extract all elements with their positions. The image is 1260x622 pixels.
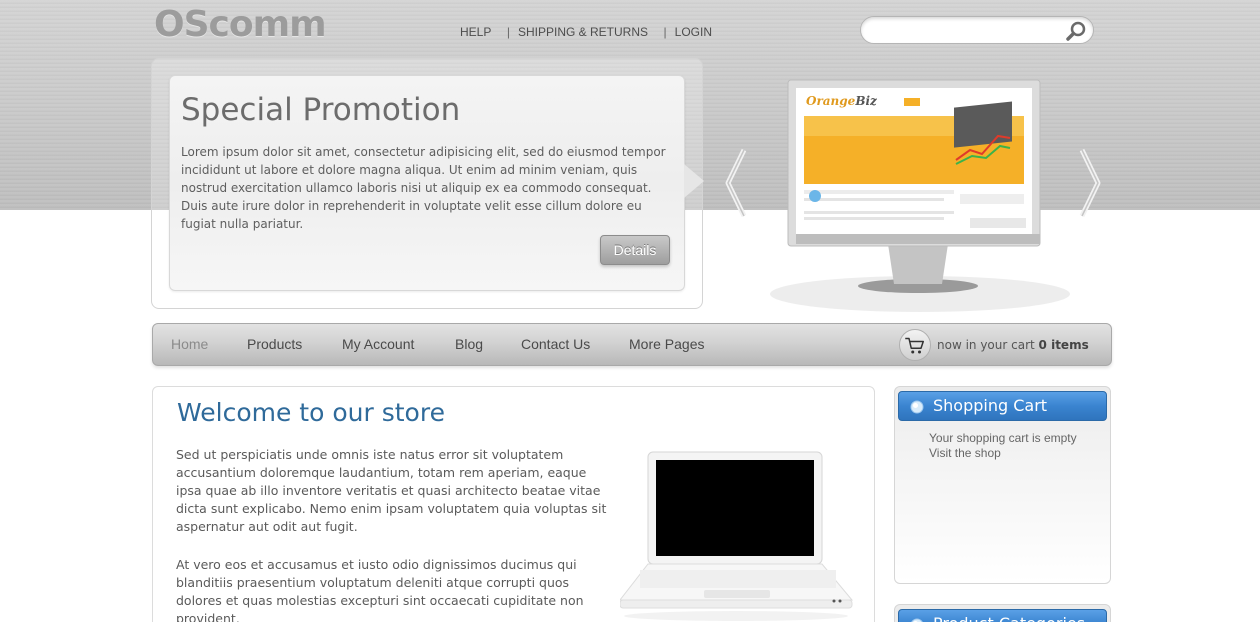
- site-logo[interactable]: OScomm: [154, 4, 327, 45]
- visit-shop-link[interactable]: Visit the shop: [929, 446, 1001, 460]
- cart-empty-text: Your shopping cart is empty: [929, 431, 1077, 445]
- bullet-icon: [910, 400, 924, 414]
- monitor-logo-text: OrangeBiz: [806, 94, 877, 108]
- shopping-cart-header: Shopping Cart: [898, 391, 1107, 421]
- nav-my-account[interactable]: My Account: [342, 336, 414, 352]
- nav-more-pages[interactable]: More Pages: [629, 336, 704, 352]
- laptop-image: [620, 451, 854, 621]
- cart-icon: [905, 337, 924, 354]
- product-categories-header: Product Categories: [898, 609, 1107, 622]
- main-nav: Home Products My Account Blog Contact Us…: [152, 323, 1112, 366]
- welcome-paragraph-2: At vero eos et accusamus et iusto odio d…: [176, 557, 584, 622]
- login-link[interactable]: LOGIN: [675, 25, 712, 39]
- monitor-image: [770, 79, 1070, 312]
- search-input[interactable]: [860, 16, 1094, 44]
- nav-blog[interactable]: Blog: [455, 336, 483, 352]
- search-icon[interactable]: [1065, 20, 1087, 42]
- help-link[interactable]: HELP: [460, 25, 491, 39]
- nav-products[interactable]: Products: [247, 336, 302, 352]
- nav-contact-us[interactable]: Contact Us: [521, 336, 590, 352]
- welcome-paragraph-1: Sed ut perspiciatis unde omnis iste natu…: [176, 447, 607, 534]
- details-button[interactable]: Details: [600, 235, 670, 265]
- top-links: HELP | SHIPPING & RETURNS | LOGIN: [460, 25, 712, 39]
- cart-status: now in your cart 0 items: [937, 338, 1089, 352]
- promo-title: Special Promotion: [181, 92, 461, 128]
- slider-prev-icon[interactable]: [724, 148, 748, 218]
- product-categories-title: Product Categories: [933, 614, 1085, 622]
- promo-pointer: [684, 164, 704, 198]
- shopping-cart-title: Shopping Cart: [933, 396, 1048, 415]
- nav-home[interactable]: Home: [171, 336, 208, 352]
- cart-button[interactable]: [899, 329, 931, 361]
- link-separator: |: [506, 25, 510, 39]
- slider-next-icon[interactable]: [1078, 148, 1102, 218]
- shipping-returns-link[interactable]: SHIPPING & RETURNS: [518, 25, 648, 39]
- cart-count: 0 items: [1038, 338, 1089, 352]
- promo-text: Lorem ipsum dolor sit amet, consectetur …: [181, 145, 666, 231]
- bullet-icon: [911, 618, 923, 622]
- cart-prefix: now in your cart: [937, 338, 1035, 352]
- welcome-title: Welcome to our store: [177, 398, 445, 427]
- link-separator: |: [663, 25, 667, 39]
